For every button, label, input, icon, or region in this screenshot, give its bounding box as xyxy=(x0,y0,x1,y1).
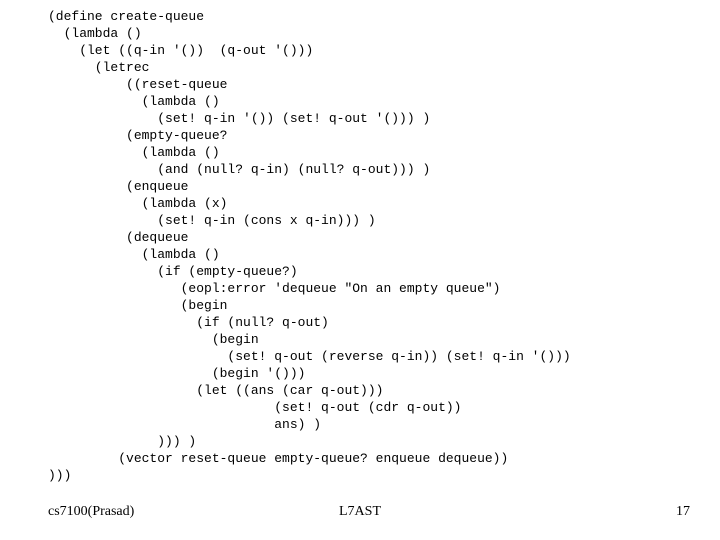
code-line: (vector reset-queue empty-queue? enqueue… xyxy=(48,451,508,466)
code-line: (let ((ans (car q-out))) xyxy=(48,383,383,398)
code-line: (lambda () xyxy=(48,247,220,262)
code-line: ans) ) xyxy=(48,417,321,432)
code-line: (lambda (x) xyxy=(48,196,227,211)
code-line: (enqueue xyxy=(48,179,188,194)
code-line: (lambda () xyxy=(48,26,142,41)
code-line: (eopl:error 'dequeue "On an empty queue"… xyxy=(48,281,500,296)
code-line: (begin '())) xyxy=(48,366,305,381)
code-line: (dequeue xyxy=(48,230,188,245)
code-line: (let ((q-in '()) (q-out '())) xyxy=(48,43,313,58)
code-line: ))) ) xyxy=(48,434,196,449)
code-line: (lambda () xyxy=(48,94,220,109)
code-line: (set! q-in (cons x q-in))) ) xyxy=(48,213,376,228)
code-line: (letrec xyxy=(48,60,149,75)
code-line: (if (null? q-out) xyxy=(48,315,329,330)
code-line: (set! q-out (reverse q-in)) (set! q-in '… xyxy=(48,349,571,364)
footer-center: L7AST xyxy=(0,504,720,520)
code-line: (begin xyxy=(48,298,227,313)
code-block: (define create-queue (lambda () (let ((q… xyxy=(48,8,571,484)
code-line: (define create-queue xyxy=(48,9,204,24)
code-line: ((reset-queue xyxy=(48,77,227,92)
code-line: (set! q-out (cdr q-out)) xyxy=(48,400,461,415)
footer-right: 17 xyxy=(676,504,690,520)
code-line: (lambda () xyxy=(48,145,220,160)
code-line: (and (null? q-in) (null? q-out))) ) xyxy=(48,162,430,177)
slide: (define create-queue (lambda () (let ((q… xyxy=(0,0,720,540)
code-line: (set! q-in '()) (set! q-out '())) ) xyxy=(48,111,430,126)
code-line: ))) xyxy=(48,468,71,483)
code-line: (begin xyxy=(48,332,259,347)
code-line: (empty-queue? xyxy=(48,128,227,143)
code-line: (if (empty-queue?) xyxy=(48,264,298,279)
